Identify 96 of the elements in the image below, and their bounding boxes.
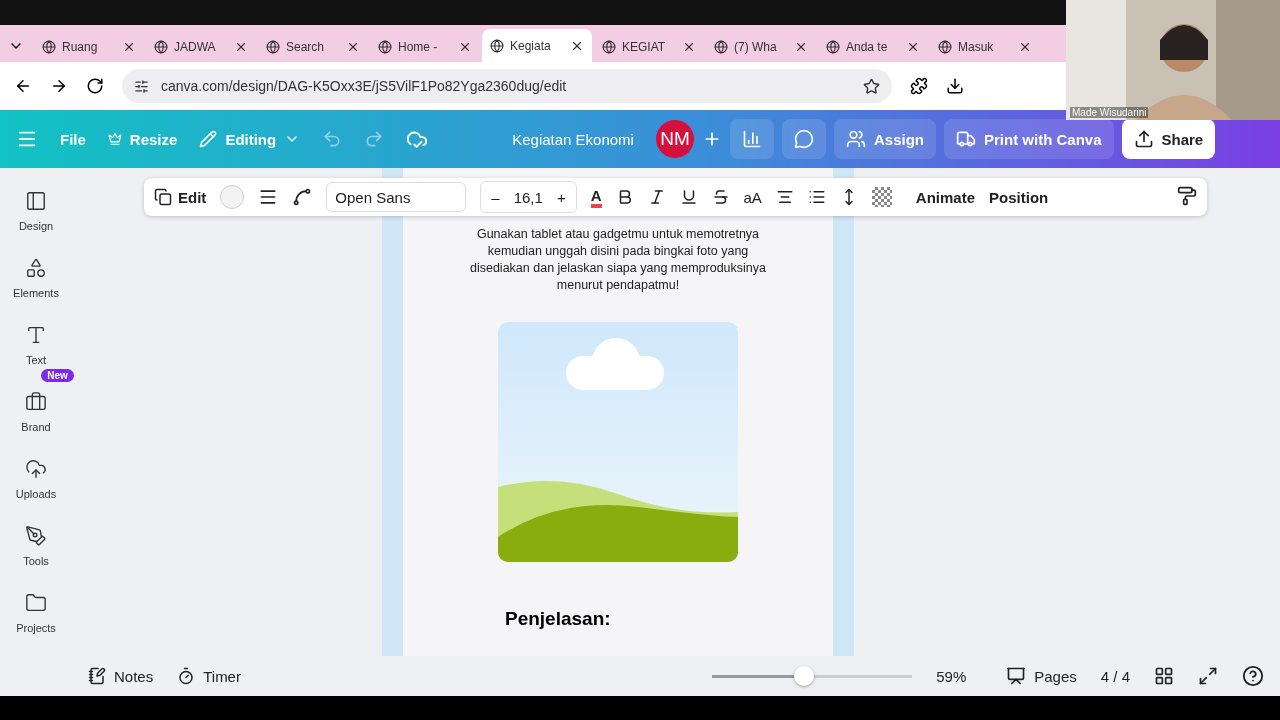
color-swatch[interactable] <box>220 185 245 209</box>
globe-icon <box>714 40 728 54</box>
pages-button[interactable]: Pages <box>1006 666 1077 686</box>
close-icon[interactable] <box>794 40 808 54</box>
pages-icon <box>1006 666 1027 686</box>
section-heading: Penjelasan: <box>505 608 611 630</box>
text-color-button[interactable]: A <box>590 186 602 208</box>
page-count: 4 / 4 <box>1100 667 1130 685</box>
animate-button[interactable]: Animate <box>915 188 976 206</box>
sidebar-label[interactable]: Elements <box>13 287 59 299</box>
globe-icon <box>490 38 504 53</box>
assign-button[interactable]: Assign <box>833 119 936 159</box>
edit-icon <box>154 188 172 206</box>
curve-icon[interactable] <box>292 187 313 207</box>
extensions-icon[interactable] <box>910 77 928 95</box>
user-avatar[interactable]: NM <box>655 120 694 158</box>
globe-icon <box>826 40 840 54</box>
close-icon[interactable] <box>906 40 920 54</box>
browser-tab[interactable]: Search <box>258 32 368 62</box>
edit-button[interactable]: Edit <box>154 188 207 206</box>
sidebar-label[interactable]: Projects <box>16 622 56 634</box>
folder-icon[interactable] <box>25 592 47 614</box>
browser-tab[interactable]: Home - <box>370 32 480 62</box>
bar-chart-icon <box>741 129 762 149</box>
pen-icon[interactable] <box>25 525 47 547</box>
close-icon[interactable] <box>234 40 248 54</box>
sidebar-label[interactable]: Text <box>25 354 47 366</box>
globe-icon <box>378 40 392 54</box>
align-center-icon[interactable] <box>775 188 794 206</box>
font-size-field[interactable]: – 16,1 + <box>480 181 577 213</box>
timer-button[interactable]: Timer <box>177 667 241 685</box>
instruction-text: menurut pendapatmu! <box>556 277 680 294</box>
help-icon[interactable] <box>1242 665 1264 687</box>
fullscreen-icon[interactable] <box>1198 666 1218 686</box>
crown-icon <box>107 132 122 146</box>
forward-icon[interactable] <box>50 77 68 95</box>
paint-roller-icon[interactable] <box>1177 185 1197 206</box>
text-icon[interactable] <box>25 324 47 346</box>
case-button[interactable]: aA <box>743 188 762 206</box>
globe-icon <box>938 40 952 54</box>
globe-icon <box>266 40 280 54</box>
participant-name: Made Wisudarini <box>1070 107 1149 118</box>
cloud-upload-icon[interactable] <box>25 458 47 480</box>
notes-icon <box>88 667 106 685</box>
transparency-icon[interactable] <box>871 187 892 207</box>
bookmark-star-icon[interactable] <box>863 77 880 95</box>
upload-icon <box>1133 129 1154 149</box>
browser-tab[interactable]: (7) Wha <box>706 32 816 62</box>
browser-tab[interactable]: Kegiata <box>482 29 592 62</box>
grid-view-icon[interactable] <box>1154 666 1174 686</box>
briefcase-icon[interactable] <box>25 391 47 413</box>
comment-button[interactable] <box>781 119 826 159</box>
truck-icon <box>955 129 976 149</box>
position-button[interactable]: Position <box>989 188 1049 206</box>
comment-icon <box>793 129 814 149</box>
close-icon[interactable] <box>1018 40 1032 54</box>
browser-tab[interactable]: Ruang <box>34 32 144 62</box>
strikethrough-icon[interactable] <box>711 188 730 206</box>
underline-icon[interactable] <box>679 188 698 206</box>
sidebar-label[interactable]: Tools <box>23 555 49 567</box>
globe-icon <box>42 40 56 54</box>
instruction-text: Gunakan tablet atau gadgetmu untuk memotretnya <box>476 226 760 243</box>
address-bar[interactable]: canva.com/design/DAG-K5Oxx3E/jS5VilF1Po82Yga2360dug/edit <box>122 69 892 103</box>
globe-icon <box>154 40 168 54</box>
shapes-icon[interactable] <box>25 257 47 279</box>
insights-button[interactable] <box>729 119 774 159</box>
browser-tab[interactable]: KEGIAT <box>594 32 704 62</box>
site-settings-icon[interactable] <box>134 78 149 94</box>
sidebar-label[interactable]: Design <box>18 220 54 232</box>
share-button[interactable]: Share <box>1121 119 1216 159</box>
print-button[interactable]: Print with Canva <box>943 119 1114 159</box>
notes-button[interactable]: Notes <box>88 667 154 685</box>
instruction-text: disediakan dan jelaskan siapa yang memproduksinya <box>470 260 766 277</box>
sidebar-label[interactable]: Uploads <box>15 488 57 500</box>
instruction-text: kemudian unggah disini pada bingkai foto yang <box>487 243 749 260</box>
browser-tab[interactable]: JADWA <box>146 32 256 62</box>
download-icon[interactable] <box>946 77 964 95</box>
back-icon[interactable] <box>14 77 32 95</box>
browser-tab[interactable]: Masuk <box>930 32 1040 62</box>
close-icon[interactable] <box>458 40 472 54</box>
zoom-reading: 59% <box>936 667 967 685</box>
timer-icon <box>177 667 196 685</box>
users-icon <box>845 129 866 149</box>
font-field[interactable]: Open Sans <box>326 182 467 212</box>
sidebar-label[interactable]: Brand <box>21 421 51 433</box>
browser-tab[interactable]: Anda te <box>818 32 928 62</box>
close-icon[interactable] <box>122 40 136 54</box>
reload-icon[interactable] <box>86 77 104 95</box>
pencil-icon <box>199 130 218 148</box>
new-badge: New <box>41 369 74 382</box>
slider-thumb[interactable] <box>794 666 815 686</box>
close-icon[interactable] <box>346 40 360 54</box>
globe-icon <box>602 40 616 54</box>
list-icon[interactable] <box>807 188 826 206</box>
close-icon[interactable] <box>682 40 696 54</box>
panel-icon[interactable] <box>25 190 47 212</box>
